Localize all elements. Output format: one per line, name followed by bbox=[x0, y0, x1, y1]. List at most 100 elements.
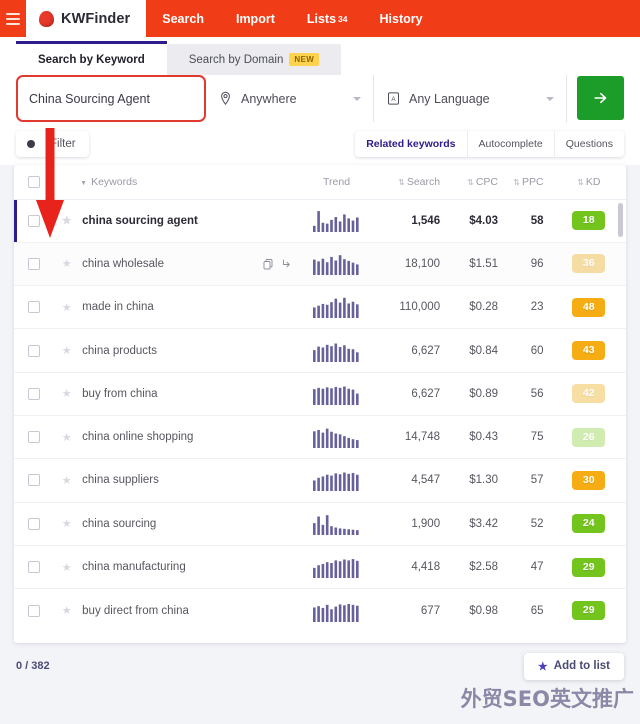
row-checkbox-cell[interactable] bbox=[14, 242, 53, 285]
row-keyword-cell[interactable]: buy direct from china bbox=[80, 589, 299, 632]
table-row[interactable]: ★ made in china 110,000 $0.28 23 48 bbox=[14, 286, 626, 329]
scrollbar-thumb[interactable] bbox=[618, 203, 623, 237]
row-checkbox-cell[interactable] bbox=[14, 545, 53, 588]
search-input[interactable] bbox=[29, 91, 193, 106]
star-icon[interactable]: ★ bbox=[62, 562, 72, 574]
location-pin-icon bbox=[221, 91, 230, 106]
row-checkbox-cell[interactable] bbox=[14, 589, 53, 632]
row-checkbox-cell[interactable] bbox=[14, 199, 53, 242]
row-star-cell[interactable]: ★ bbox=[53, 329, 80, 372]
star-icon[interactable]: ★ bbox=[62, 345, 72, 357]
row-checkbox[interactable] bbox=[27, 257, 40, 270]
star-icon[interactable]: ★ bbox=[62, 475, 72, 487]
nav-item-history[interactable]: History bbox=[364, 0, 439, 37]
table-row[interactable]: ★ china sourcing agent 1,546 $4.03 58 18 bbox=[14, 199, 626, 243]
row-star-cell[interactable]: ★ bbox=[53, 242, 80, 285]
table-row[interactable]: ★ china wholesale 18,100 $1.51 96 36 bbox=[14, 242, 626, 286]
row-checkbox[interactable] bbox=[27, 604, 40, 617]
table-row[interactable]: ★ china suppliers 4,547 $1.30 57 30 bbox=[14, 459, 626, 503]
search-submit-button[interactable] bbox=[577, 76, 625, 120]
row-checkbox[interactable] bbox=[27, 387, 40, 400]
filter-button[interactable]: Filter bbox=[16, 130, 89, 157]
copy-icon[interactable] bbox=[262, 258, 274, 270]
row-checkbox-cell[interactable] bbox=[14, 372, 53, 415]
hamburger-icon[interactable] bbox=[0, 0, 26, 37]
row-star-cell[interactable]: ★ bbox=[53, 502, 80, 545]
row-checkbox[interactable] bbox=[27, 561, 40, 573]
row-star-cell[interactable]: ★ bbox=[53, 589, 80, 632]
header-cpc[interactable]: ⇅ CPC bbox=[446, 165, 504, 200]
row-star-cell[interactable]: ★ bbox=[53, 459, 80, 502]
row-checkbox[interactable] bbox=[27, 474, 40, 487]
nav-item-label: Lists bbox=[306, 11, 337, 26]
table-row[interactable]: ★ china manufacturing 4,418 $2.58 47 29 bbox=[14, 545, 626, 589]
row-checkbox-cell[interactable] bbox=[14, 502, 53, 545]
table-row[interactable]: ★ china online shopping 14,748 $0.43 75 26 bbox=[14, 415, 626, 459]
row-keyword-cell[interactable]: china manufacturing bbox=[80, 545, 299, 588]
table-row[interactable]: ★ china products 6,627 $0.84 60 43 bbox=[14, 329, 626, 373]
nav-item-lists[interactable]: Lists 34 bbox=[291, 0, 364, 37]
row-star-cell[interactable]: ★ bbox=[53, 199, 80, 242]
keyword-search-box[interactable] bbox=[16, 75, 206, 122]
header-ppc[interactable]: ⇅ PPC bbox=[503, 165, 552, 200]
row-keyword-label: china sourcing bbox=[82, 517, 157, 530]
arrow-branch-icon[interactable] bbox=[281, 258, 293, 270]
brand[interactable]: KWFinder bbox=[26, 0, 147, 37]
header-trend[interactable]: Trend bbox=[299, 165, 374, 200]
row-ppc: 65 bbox=[530, 604, 544, 617]
row-checkbox[interactable] bbox=[27, 214, 40, 227]
star-icon[interactable]: ★ bbox=[62, 258, 72, 270]
tab-search-by-domain[interactable]: Search by Domain NEW bbox=[166, 44, 342, 75]
row-keyword-cell[interactable]: china suppliers bbox=[80, 459, 299, 502]
row-keyword-cell[interactable]: made in china bbox=[80, 286, 299, 329]
tab-search-by-keyword[interactable]: Search by Keyword bbox=[16, 41, 167, 75]
select-all-checkbox[interactable] bbox=[27, 175, 40, 188]
row-keyword-cell[interactable]: china online shopping bbox=[80, 415, 299, 458]
nav-item-search[interactable]: Search bbox=[146, 0, 220, 37]
star-icon[interactable]: ★ bbox=[62, 388, 72, 400]
segment-questions[interactable]: Questions bbox=[555, 131, 624, 157]
row-cpc: $3.42 bbox=[469, 517, 498, 530]
row-checkbox[interactable] bbox=[27, 431, 40, 444]
segment-related-keywords[interactable]: Related keywords bbox=[355, 130, 468, 157]
header-kd[interactable]: ⇅ KD bbox=[551, 165, 626, 200]
language-select[interactable]: A Any Language bbox=[374, 75, 568, 122]
header-keywords[interactable]: ▼ Keywords bbox=[80, 165, 300, 200]
row-checkbox-cell[interactable] bbox=[14, 329, 53, 372]
row-cpc: $2.58 bbox=[469, 561, 498, 574]
star-icon[interactable]: ★ bbox=[62, 302, 72, 314]
add-to-list-button[interactable]: ★ Add to list bbox=[523, 652, 624, 680]
row-trend-cell bbox=[299, 372, 373, 415]
nav-item-import[interactable]: Import bbox=[220, 0, 291, 37]
header-select-all[interactable] bbox=[14, 165, 54, 200]
star-icon[interactable]: ★ bbox=[62, 605, 72, 617]
row-keyword-cell[interactable]: china products bbox=[80, 329, 299, 372]
star-icon[interactable]: ★ bbox=[62, 432, 72, 444]
row-star-cell[interactable]: ★ bbox=[53, 372, 80, 415]
row-checkbox[interactable] bbox=[27, 344, 40, 357]
row-keyword-label: china products bbox=[82, 344, 157, 357]
row-trend-cell bbox=[299, 286, 373, 329]
row-star-cell[interactable]: ★ bbox=[53, 415, 80, 458]
segment-autocomplete[interactable]: Autocomplete bbox=[468, 130, 555, 157]
row-checkbox-cell[interactable] bbox=[14, 459, 53, 502]
sort-icon: ⇅ bbox=[398, 177, 405, 187]
row-keyword-cell[interactable]: china wholesale bbox=[80, 242, 299, 285]
row-star-cell[interactable]: ★ bbox=[53, 545, 80, 588]
star-icon[interactable]: ★ bbox=[62, 215, 72, 227]
table-row[interactable]: ★ buy direct from china 677 $0.98 65 29 bbox=[14, 589, 626, 632]
row-checkbox[interactable] bbox=[27, 517, 40, 530]
row-star-cell[interactable]: ★ bbox=[53, 286, 80, 329]
header-search[interactable]: ⇅ Search bbox=[373, 165, 447, 200]
table-row[interactable]: ★ buy from china 6,627 $0.89 56 42 bbox=[14, 372, 626, 416]
row-keyword-cell[interactable]: buy from china bbox=[80, 372, 299, 415]
row-checkbox-cell[interactable] bbox=[14, 286, 53, 329]
table-row[interactable]: ★ china sourcing 1,900 $3.42 52 24 bbox=[14, 502, 626, 546]
row-checkbox-cell[interactable] bbox=[14, 415, 53, 458]
row-checkbox[interactable] bbox=[27, 301, 40, 314]
row-keyword-cell[interactable]: china sourcing agent bbox=[80, 199, 299, 242]
location-select[interactable]: Anywhere bbox=[206, 75, 374, 122]
table-scrollbar[interactable] bbox=[618, 203, 623, 635]
star-icon[interactable]: ★ bbox=[62, 518, 72, 530]
row-keyword-cell[interactable]: china sourcing bbox=[80, 502, 299, 545]
